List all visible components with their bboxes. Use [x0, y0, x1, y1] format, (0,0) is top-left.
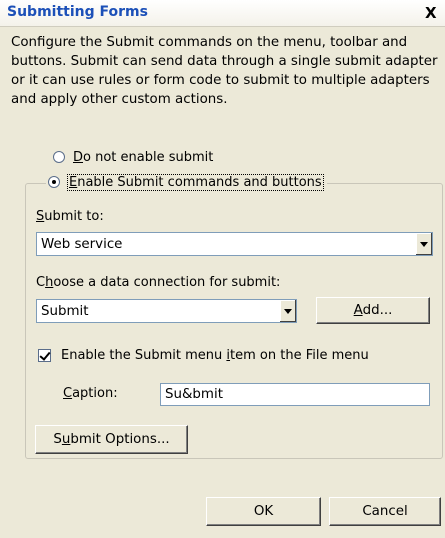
caption-input[interactable]: Su&bmit [160, 383, 430, 406]
dialog-title-bar: Submitting Forms X [0, 0, 445, 27]
dialog-description: Configure the Submit commands on the men… [11, 35, 438, 107]
radio-enable-submit[interactable]: Enable Submit commands and buttons [46, 173, 327, 191]
ok-button[interactable]: OK [206, 497, 321, 526]
chevron-down-icon[interactable] [279, 300, 296, 322]
data-connection-label: Choose a data connection for submit: [36, 275, 281, 290]
radio-disable-submit-label: Do not enable submit [73, 149, 214, 165]
cancel-button[interactable]: Cancel [329, 497, 441, 526]
submit-options-button[interactable]: Submit Options... [35, 425, 188, 454]
submit-to-value: Web service [41, 236, 123, 252]
radio-disable-submit[interactable]: Do not enable submit [53, 148, 213, 166]
radio-enable-submit-label: Enable Submit commands and buttons [67, 173, 324, 191]
menu-item-checkbox-label: Enable the Submit menu item on the File … [61, 348, 369, 363]
add-connection-button[interactable]: Add... [316, 297, 430, 324]
radio-enable-submit-indicator[interactable] [48, 176, 60, 188]
menu-item-checkbox[interactable] [38, 349, 51, 362]
submit-options-button-label: Submit Options... [53, 432, 170, 447]
data-connection-select[interactable]: Submit [36, 299, 297, 323]
add-connection-button-label: Add... [353, 303, 393, 318]
menu-item-checkbox-row[interactable]: Enable the Submit menu item on the File … [38, 348, 369, 363]
close-button[interactable]: X [425, 4, 445, 22]
close-icon: X [425, 4, 437, 22]
data-connection-value: Submit [41, 303, 89, 319]
submit-to-label: Submit to: [36, 209, 104, 224]
dialog-title: Submitting Forms [7, 4, 148, 20]
caption-label: Caption: [63, 386, 118, 401]
radio-disable-submit-indicator[interactable] [53, 151, 65, 163]
chevron-down-icon[interactable] [415, 233, 432, 255]
submit-to-select[interactable]: Web service [36, 232, 433, 256]
